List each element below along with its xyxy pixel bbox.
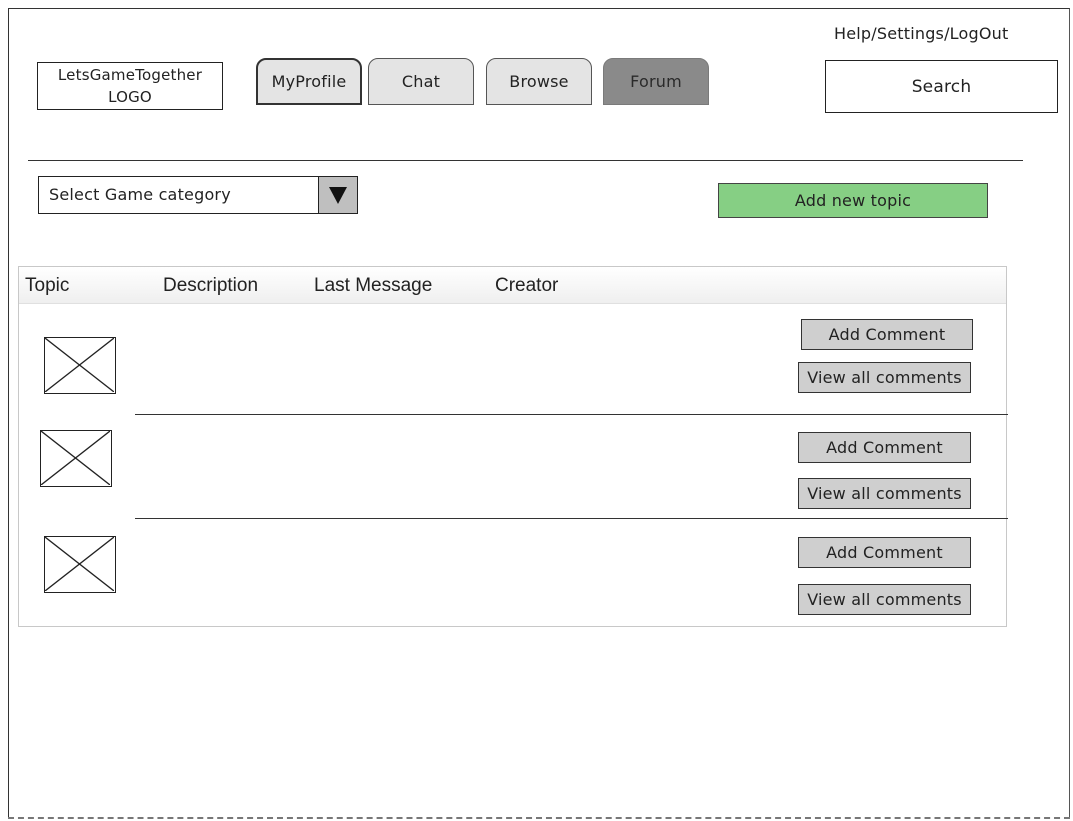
- image-placeholder-icon: [44, 337, 116, 394]
- page-bottom-edge: [8, 817, 1070, 819]
- add-comment-button[interactable]: Add Comment: [801, 319, 973, 350]
- search-input[interactable]: Search: [825, 60, 1058, 113]
- view-all-comments-button[interactable]: View all comments: [798, 362, 971, 393]
- view-all-comments-button[interactable]: View all comments: [798, 584, 971, 615]
- image-placeholder-icon: [44, 536, 116, 593]
- logo: LetsGameTogether LOGO: [37, 62, 223, 110]
- topics-table: Topic Description Last Message Creator A…: [18, 266, 1008, 627]
- tab-chat[interactable]: Chat: [368, 58, 474, 105]
- help-settings-logout-link[interactable]: Help/Settings/LogOut: [834, 24, 1008, 43]
- logo-caption: LOGO: [108, 88, 152, 106]
- add-comment-button[interactable]: Add Comment: [798, 537, 971, 568]
- header-divider: [28, 160, 1023, 161]
- game-category-select-label: Select Game category: [49, 185, 231, 204]
- tab-browse[interactable]: Browse: [486, 58, 592, 105]
- game-category-select[interactable]: Select Game category: [38, 176, 358, 214]
- column-header-creator[interactable]: Creator: [495, 275, 558, 297]
- column-header-description[interactable]: Description: [163, 275, 258, 297]
- table-header: Topic Description Last Message Creator: [19, 267, 1006, 304]
- tab-forum[interactable]: Forum: [603, 58, 709, 105]
- tab-myprofile[interactable]: MyProfile: [256, 58, 362, 105]
- column-header-topic[interactable]: Topic: [25, 275, 69, 297]
- add-comment-button[interactable]: Add Comment: [798, 432, 971, 463]
- add-new-topic-button[interactable]: Add new topic: [718, 183, 988, 218]
- logo-title: LetsGameTogether: [57, 66, 203, 84]
- image-placeholder-icon: [40, 430, 112, 487]
- triangle-down-icon[interactable]: [318, 176, 358, 214]
- column-header-last-message[interactable]: Last Message: [314, 275, 432, 297]
- row-divider: [135, 414, 1008, 415]
- view-all-comments-button[interactable]: View all comments: [798, 478, 971, 509]
- row-divider: [135, 518, 1008, 519]
